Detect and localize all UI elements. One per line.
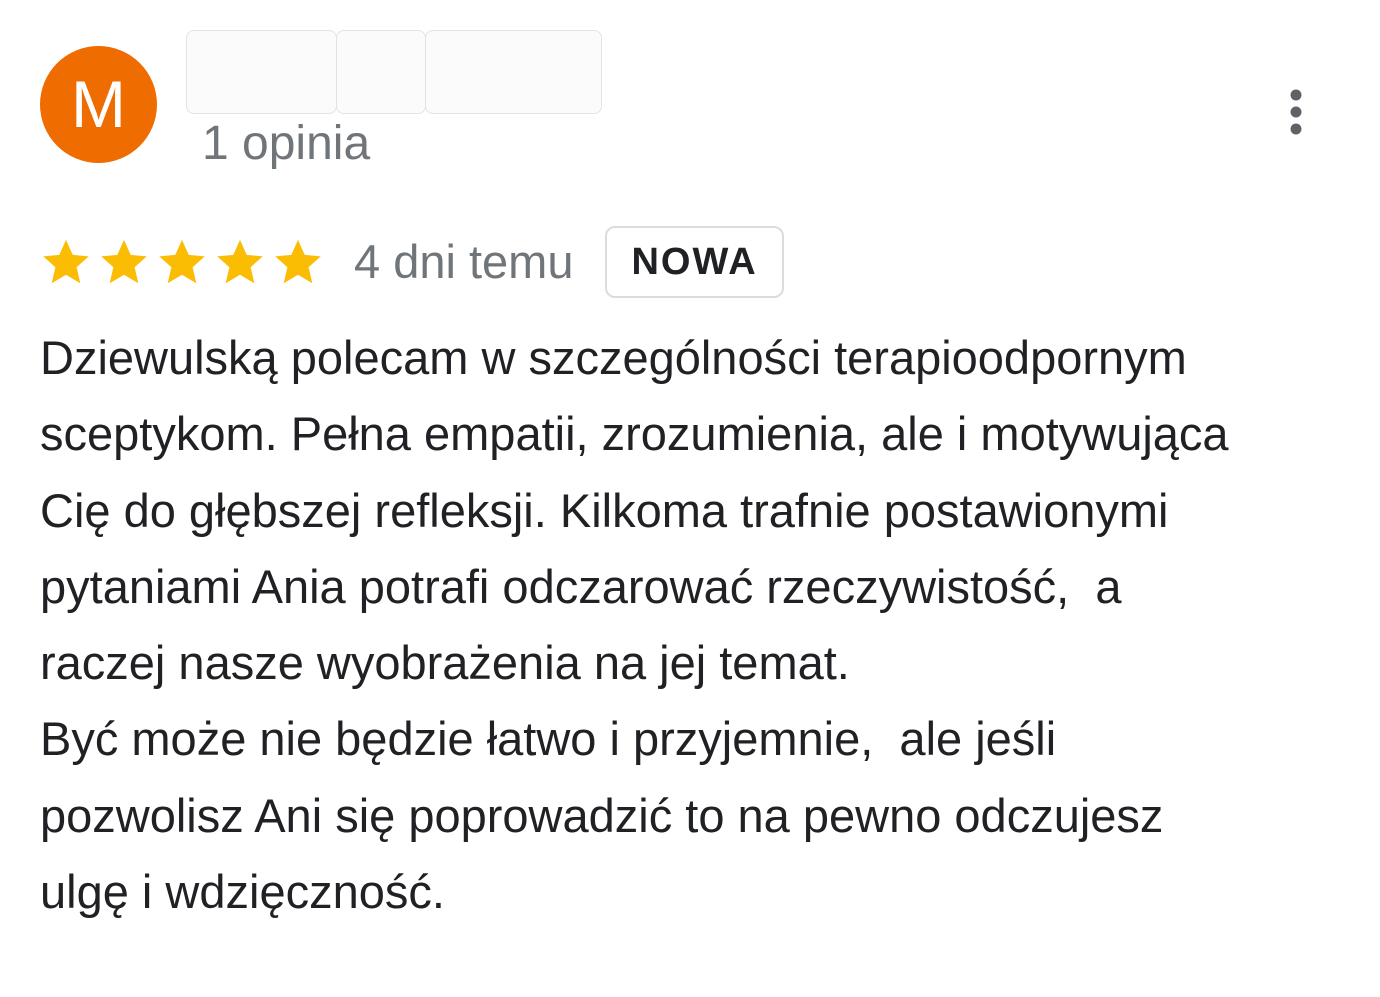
- review-text-line: raczej nasze wyobrażenia na jej temat.: [40, 636, 850, 690]
- more-vert-icon: [1290, 89, 1302, 135]
- redaction-box: [336, 30, 426, 114]
- star-icon: [159, 239, 205, 284]
- rating-row: 4 dni temu NOWA: [40, 222, 784, 302]
- star-rating: [40, 236, 330, 288]
- review-text-line: Cię do głębszej refleksji. Kilkoma trafn…: [40, 483, 1169, 537]
- star-icon: [101, 239, 147, 284]
- avatar-letter: M: [71, 67, 126, 141]
- reviewer-name-redacted: [186, 30, 603, 114]
- review-text-line: Dziewulską polecam w szczególności terap…: [40, 331, 1187, 384]
- star-icon: [275, 239, 321, 284]
- review-text-line: pozwolisz Ani się poprowadzić to na pewn…: [40, 788, 1164, 842]
- star-icon: [43, 239, 89, 284]
- redaction-box: [186, 30, 338, 114]
- review-text-line: pytaniami Ania potrafi odczarować rzeczy…: [40, 559, 1122, 613]
- new-badge: NOWA: [605, 226, 784, 298]
- review-date: 4 dni temu: [354, 235, 574, 288]
- review-card: M 1 opinia 4 dni temu NOWA Dziewulską po…: [0, 0, 1380, 997]
- review-text-line: ulgę i wdzięczność.: [40, 865, 445, 919]
- review-text: Dziewulską polecam w szczególności terap…: [40, 320, 1350, 930]
- reviewer-review-count[interactable]: 1 opinia: [202, 116, 370, 172]
- redaction-box: [424, 30, 603, 114]
- review-text-line: Być może nie będzie łatwo i przyjemnie, …: [40, 712, 1057, 766]
- avatar[interactable]: M: [40, 46, 157, 163]
- review-text-line: sceptykom. Pełna empatii, zrozumienia, a…: [40, 407, 1229, 461]
- star-icon: [217, 239, 263, 284]
- more-options-button[interactable]: [1276, 86, 1316, 140]
